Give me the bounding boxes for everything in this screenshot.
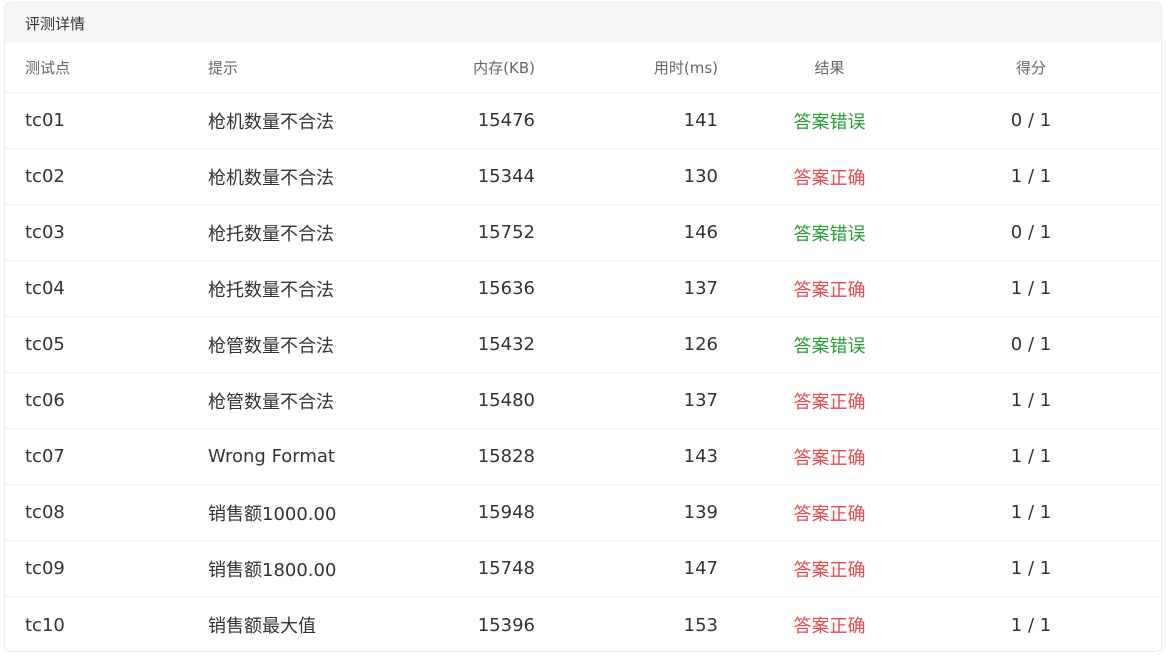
score-value: 1 / 1 (1010, 278, 1052, 299)
column-header-score: 得分 (1015, 59, 1046, 77)
time-value: 147 (683, 558, 718, 579)
memory-value: 15432 (477, 334, 535, 355)
result-cell: 答案正确 (718, 556, 941, 582)
time-value: 137 (683, 390, 718, 411)
table-row: tc02 枪机数量不合法 15344 130 答案正确 1 / 1 (5, 149, 1161, 205)
memory-value: 15344 (477, 166, 535, 187)
result-status: 答案正确 (793, 503, 866, 525)
result-status: 答案错误 (793, 335, 866, 357)
time-value: 146 (683, 222, 718, 243)
memory-value: 15636 (477, 278, 535, 299)
column-header-memory: 内存(KB) (473, 59, 535, 77)
score-value: 1 / 1 (1010, 614, 1052, 636)
score-value: 1 / 1 (1010, 166, 1052, 187)
column-header-time: 用时(ms) (653, 59, 718, 77)
result-status: 答案错误 (793, 111, 866, 133)
test-point-hint: 销售额最大值 (208, 616, 316, 637)
result-cell: 答案错误 (718, 332, 941, 358)
table-row: tc09 销售额1800.00 15748 147 答案正确 1 / 1 (5, 541, 1161, 597)
memory-value: 15748 (477, 558, 535, 579)
test-point-hint: 枪托数量不合法 (208, 223, 334, 245)
test-point-id: tc03 (25, 222, 65, 243)
memory-value: 15752 (477, 222, 535, 243)
test-point-hint: Wrong Format (208, 446, 335, 467)
score-value: 0 / 1 (1010, 110, 1052, 131)
table-row: tc01 枪机数量不合法 15476 141 答案错误 0 / 1 (5, 93, 1161, 149)
time-value: 153 (683, 614, 718, 636)
result-cell: 答案正确 (718, 500, 941, 526)
result-status: 答案正确 (793, 279, 866, 301)
table-row: tc04 枪托数量不合法 15636 137 答案正确 1 / 1 (5, 261, 1161, 317)
score-value: 1 / 1 (1010, 446, 1052, 467)
judge-details-panel: 评测详情 测试点 提示 内存(KB) 用时(ms) 结果 得分 tc01 枪机数… (4, 2, 1162, 652)
result-cell: 答案正确 (718, 612, 941, 638)
test-point-id: tc07 (25, 446, 65, 467)
result-status: 答案正确 (793, 559, 866, 581)
result-status: 答案错误 (793, 223, 866, 245)
score-value: 1 / 1 (1010, 502, 1052, 523)
test-point-id: tc04 (25, 278, 65, 299)
memory-value: 15948 (477, 502, 535, 523)
result-status: 答案正确 (793, 391, 866, 413)
table-header-row: 测试点 提示 内存(KB) 用时(ms) 结果 得分 (5, 43, 1161, 93)
test-point-hint: 销售额1800.00 (208, 559, 337, 581)
test-point-id: tc09 (25, 558, 65, 579)
result-cell: 答案正确 (718, 276, 941, 302)
test-point-id: tc06 (25, 390, 65, 411)
results-table: 测试点 提示 内存(KB) 用时(ms) 结果 得分 tc01 枪机数量不合法 … (5, 43, 1161, 651)
memory-value: 15476 (477, 110, 535, 131)
score-value: 1 / 1 (1010, 558, 1052, 579)
score-value: 0 / 1 (1010, 222, 1052, 243)
memory-value: 15396 (477, 614, 535, 636)
table-row: tc10 销售额最大值 15396 153 答案正确 1 / 1 (5, 597, 1161, 651)
table-row: tc05 枪管数量不合法 15432 126 答案错误 0 / 1 (5, 317, 1161, 373)
table-body: tc01 枪机数量不合法 15476 141 答案错误 0 / 1 tc02 枪… (5, 93, 1161, 651)
test-point-hint: 枪管数量不合法 (208, 391, 334, 413)
time-value: 137 (683, 278, 718, 299)
table-row: tc08 销售额1000.00 15948 139 答案正确 1 / 1 (5, 485, 1161, 541)
score-value: 1 / 1 (1010, 390, 1052, 411)
time-value: 141 (683, 110, 718, 131)
test-point-id: tc01 (25, 110, 65, 131)
test-point-id: tc10 (25, 614, 65, 636)
test-point-hint: 枪托数量不合法 (208, 279, 334, 301)
time-value: 143 (683, 446, 718, 467)
result-status: 答案正确 (793, 616, 866, 637)
result-cell: 答案正确 (718, 388, 941, 414)
score-value: 0 / 1 (1010, 334, 1052, 355)
result-status: 答案正确 (793, 447, 866, 469)
test-point-hint: 枪机数量不合法 (208, 111, 334, 133)
result-cell: 答案正确 (718, 164, 941, 190)
test-point-hint: 枪机数量不合法 (208, 167, 334, 189)
panel-header: 评测详情 (5, 3, 1161, 43)
result-cell: 答案正确 (718, 444, 941, 470)
time-value: 139 (683, 502, 718, 523)
test-point-id: tc05 (25, 334, 65, 355)
test-point-hint: 枪管数量不合法 (208, 335, 334, 357)
result-cell: 答案错误 (718, 108, 941, 134)
time-value: 126 (683, 334, 718, 355)
result-cell: 答案错误 (718, 220, 941, 246)
test-point-id: tc02 (25, 166, 65, 187)
memory-value: 15480 (477, 390, 535, 411)
result-status: 答案正确 (793, 167, 866, 189)
column-header-hint: 提示 (208, 59, 239, 77)
test-point-id: tc08 (25, 502, 65, 523)
test-point-hint: 销售额1000.00 (208, 503, 337, 525)
column-header-test-point: 测试点 (25, 59, 71, 77)
time-value: 130 (683, 166, 718, 187)
table-row: tc03 枪托数量不合法 15752 146 答案错误 0 / 1 (5, 205, 1161, 261)
memory-value: 15828 (477, 446, 535, 467)
table-row: tc07 Wrong Format 15828 143 答案正确 1 / 1 (5, 429, 1161, 485)
column-header-result: 结果 (814, 59, 845, 77)
panel-title: 评测详情 (25, 14, 86, 33)
table-row: tc06 枪管数量不合法 15480 137 答案正确 1 / 1 (5, 373, 1161, 429)
